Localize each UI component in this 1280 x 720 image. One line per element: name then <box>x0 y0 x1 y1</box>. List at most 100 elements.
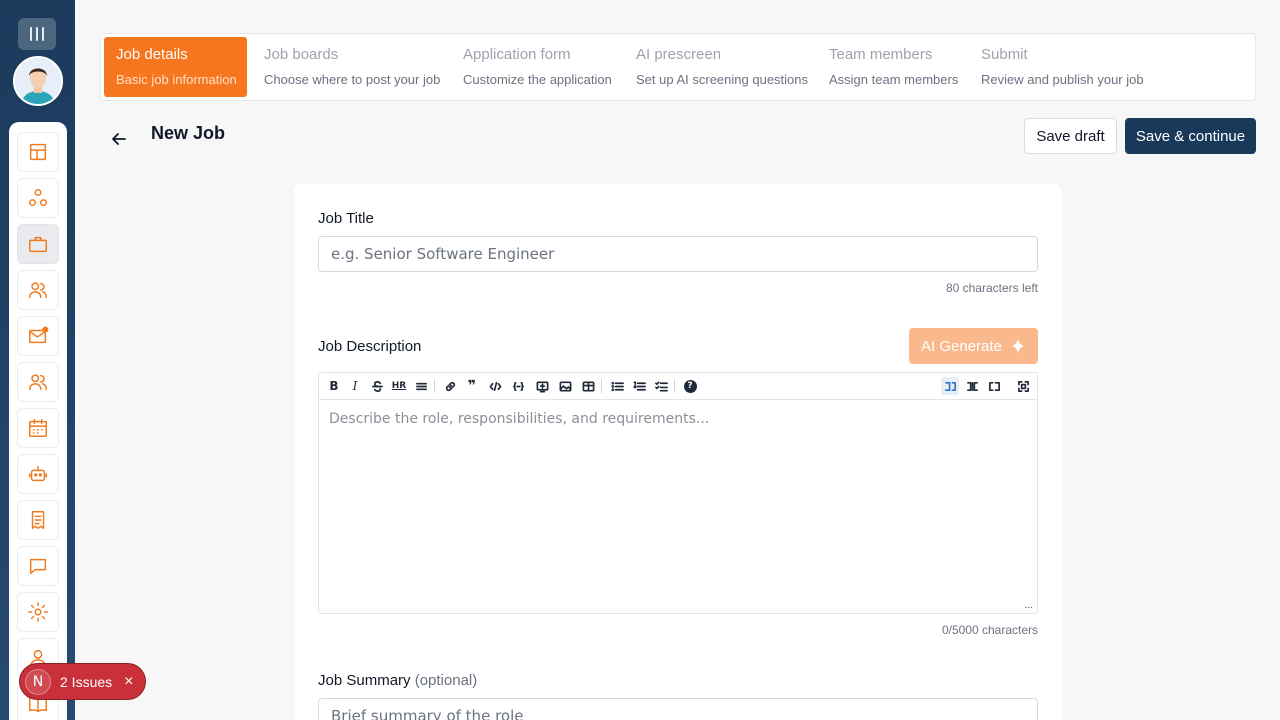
hierarchy-icon <box>29 189 47 207</box>
help-icon: ? <box>683 379 697 393</box>
quote-button[interactable]: ❞ <box>463 377 481 395</box>
step-subtitle: Choose where to post your job <box>264 72 441 87</box>
nav-panel <box>9 122 67 720</box>
code-block-icon <box>512 381 524 391</box>
italic-button[interactable]: I <box>346 377 364 395</box>
numbered-list-button[interactable] <box>630 377 648 395</box>
code-icon <box>489 381 501 391</box>
edit-mode-button[interactable] <box>941 377 959 395</box>
step-application-form[interactable]: Application form Customize the applicati… <box>451 37 624 97</box>
job-title-input[interactable] <box>318 236 1038 272</box>
image-button[interactable] <box>556 377 574 395</box>
numbered-list-icon <box>633 380 646 391</box>
bullet-list-icon <box>610 381 624 391</box>
step-ai-prescreen[interactable]: AI prescreen Set up AI screening questio… <box>624 37 820 97</box>
nav-calendar[interactable] <box>17 408 59 448</box>
step-title: Application form <box>463 46 571 63</box>
bold-button[interactable]: B <box>325 377 343 395</box>
nav-candidates[interactable] <box>17 270 59 310</box>
receipt-icon <box>31 511 45 529</box>
save-draft-button[interactable]: Save draft <box>1024 118 1117 154</box>
nav-inbox[interactable] <box>17 316 59 356</box>
step-title: AI prescreen <box>636 46 722 63</box>
resize-handle[interactable]: ... <box>1025 600 1033 611</box>
step-job-boards[interactable]: Job boards Choose where to post your job <box>252 37 452 97</box>
nav-messages[interactable] <box>17 546 59 586</box>
briefcase-icon <box>29 236 47 253</box>
heading-button[interactable] <box>412 377 430 395</box>
bullet-list-button[interactable] <box>608 377 626 395</box>
page-title: New Job <box>151 123 226 143</box>
next-logo-icon: N <box>25 668 51 695</box>
close-icon[interactable]: × <box>124 673 133 691</box>
nav-organization[interactable] <box>17 178 59 218</box>
sidebar-toggle-button[interactable] <box>18 18 56 50</box>
help-button[interactable]: ? <box>681 377 699 395</box>
step-subtitle: Customize the application <box>463 72 612 87</box>
heading-icon <box>415 382 427 390</box>
fullscreen-button[interactable] <box>1014 377 1032 395</box>
strikethrough-icon <box>371 380 383 392</box>
job-description-label: Job Description <box>318 338 422 355</box>
checklist-icon <box>654 380 668 392</box>
ai-generate-label: AI Generate <box>921 337 1002 355</box>
nav-reports[interactable] <box>17 500 59 540</box>
table-icon <box>582 380 594 392</box>
strikethrough-button[interactable] <box>368 377 386 395</box>
toolbar-divider <box>601 379 602 393</box>
toolbar-divider <box>434 379 435 393</box>
users-icon <box>29 282 47 299</box>
user-avatar[interactable] <box>13 56 63 106</box>
job-summary-label-text: Job Summary <box>318 672 411 689</box>
step-subtitle: Set up AI screening questions <box>636 72 809 87</box>
embed-icon <box>536 380 548 392</box>
avatar-illustration <box>15 58 61 104</box>
step-team-members[interactable]: Team members Assign team members <box>817 37 970 97</box>
table-button[interactable] <box>579 377 597 395</box>
split-mode-button[interactable] <box>963 377 981 395</box>
step-submit[interactable]: Submit Review and publish your job <box>969 37 1156 97</box>
sparkle-icon <box>1012 339 1024 353</box>
split-mode-icon <box>966 381 978 391</box>
code-button[interactable] <box>486 377 504 395</box>
left-rail <box>0 0 75 720</box>
job-title-char-count: 80 characters left <box>945 281 1038 295</box>
back-arrow-icon[interactable] <box>108 128 130 150</box>
step-job-details[interactable]: Job details Basic job information <box>104 37 247 97</box>
step-title: Team members <box>829 46 933 63</box>
editor-placeholder: Describe the role, responsibilities, and… <box>329 411 710 427</box>
image-icon <box>559 380 571 392</box>
link-icon <box>445 381 455 391</box>
nav-jobs[interactable] <box>17 224 59 264</box>
ai-generate-button[interactable]: AI Generate <box>909 328 1038 364</box>
team-icon <box>29 374 47 391</box>
save-continue-button[interactable]: Save & continue <box>1125 118 1256 154</box>
issues-indicator[interactable]: N 2 Issues × <box>19 663 146 700</box>
step-subtitle: Basic job information <box>116 72 237 87</box>
job-title-label: Job Title <box>318 210 374 227</box>
nav-team[interactable] <box>17 362 59 402</box>
edit-mode-icon <box>944 381 956 391</box>
checklist-button[interactable] <box>652 377 670 395</box>
gear-icon <box>28 602 48 622</box>
toolbar-divider <box>674 379 675 393</box>
step-title: Submit <box>981 46 1028 63</box>
preview-mode-button[interactable] <box>985 377 1003 395</box>
toggle-bar <box>30 27 32 41</box>
toggle-bar <box>42 27 44 41</box>
nav-settings[interactable] <box>17 592 59 632</box>
link-button[interactable] <box>441 377 459 395</box>
description-char-count: 0/5000 characters <box>941 623 1038 637</box>
chat-icon <box>29 558 47 575</box>
step-title: Job boards <box>264 46 339 63</box>
mail-notification-icon <box>29 326 49 344</box>
nav-dashboard[interactable] <box>17 132 59 172</box>
code-block-button[interactable] <box>509 377 527 395</box>
horizontal-rule-button[interactable]: HR <box>390 377 408 395</box>
embed-button[interactable] <box>533 377 551 395</box>
job-summary-input[interactable] <box>318 698 1038 720</box>
job-description-editor[interactable]: B I HR ❞ ? Describe the role, responsibi… <box>318 372 1038 614</box>
calendar-icon <box>29 419 47 437</box>
nav-ai-bot[interactable] <box>17 454 59 494</box>
step-title: Job details <box>116 46 188 63</box>
